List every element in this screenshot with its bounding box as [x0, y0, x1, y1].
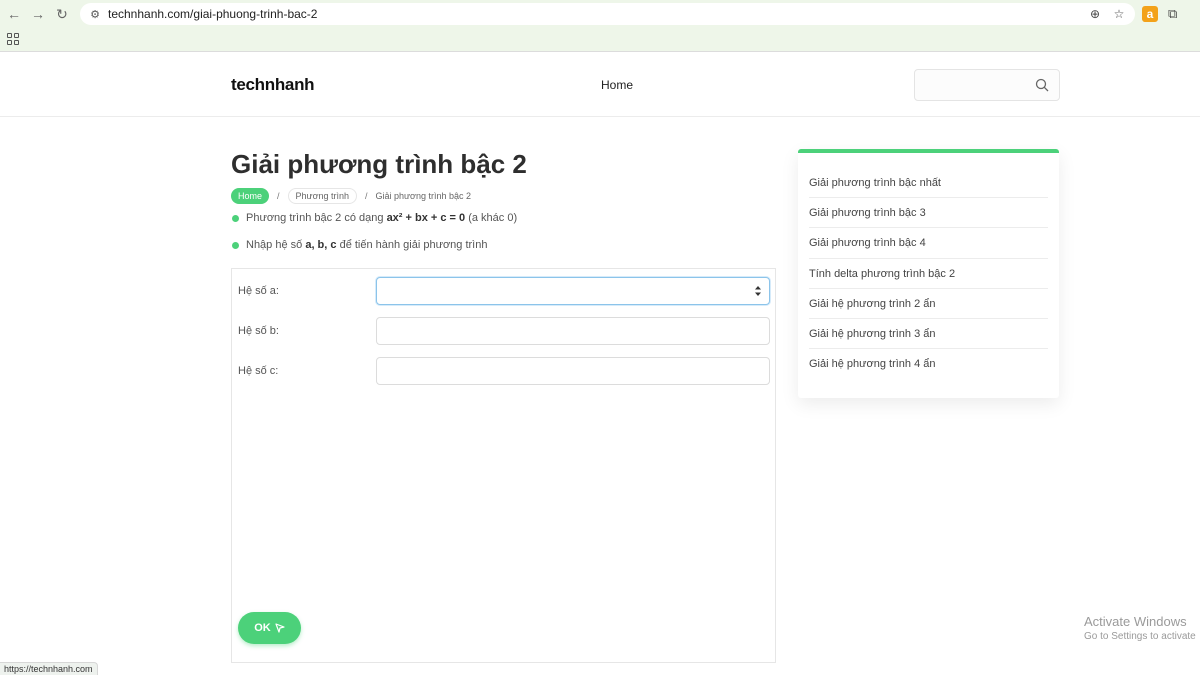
- bookmarks-bar: [0, 28, 1200, 52]
- instruction-text: Phương trình bậc 2 có dạng: [246, 212, 387, 224]
- form-row-b: Hệ số b:: [238, 317, 770, 347]
- watermark-subtitle: Go to Settings to activate: [1084, 631, 1196, 642]
- search-input[interactable]: [914, 69, 1060, 101]
- bullet-dot-icon: [232, 242, 239, 249]
- breadcrumb-separator: /: [277, 190, 280, 201]
- breadcrumb-separator: /: [365, 190, 368, 201]
- address-bar[interactable]: ⚙ technhanh.com/giai-phuong-trinh-bac-2 …: [80, 3, 1135, 25]
- ok-button[interactable]: OK: [238, 612, 301, 644]
- instruction-item: Nhập hệ số a, b, c để tiến hành giải phư…: [231, 237, 517, 254]
- search-icon[interactable]: [1035, 78, 1049, 92]
- sidebar-item-bac-4[interactable]: Giải phương trình bậc 4: [809, 228, 1048, 259]
- instruction-item: Phương trình bậc 2 có dạng ax² + bx + c …: [231, 210, 517, 227]
- form-row-a: Hệ số a:: [238, 277, 770, 307]
- site-settings-icon[interactable]: ⚙: [84, 3, 106, 25]
- browser-toolbar: ← → ↻ ⚙ technhanh.com/giai-phuong-trinh-…: [0, 0, 1200, 28]
- number-spinner-icon[interactable]: [754, 285, 762, 297]
- page-title: Giải phương trình bậc 2: [231, 149, 527, 179]
- instructions-list: Phương trình bậc 2 có dạng ax² + bx + c …: [231, 210, 517, 264]
- amazon-extension-icon[interactable]: a: [1142, 6, 1158, 22]
- nav-home-link[interactable]: Home: [601, 78, 633, 92]
- instruction-text: Nhập hệ số: [246, 239, 306, 251]
- formula-text: ax² + bx + c = 0: [386, 212, 466, 224]
- breadcrumb-category[interactable]: Phương trình: [287, 187, 357, 204]
- instruction-text: (a khác 0): [465, 212, 518, 224]
- sidebar-item-bac-3[interactable]: Giải phương trình bậc 3: [809, 198, 1048, 229]
- form-row-c: Hệ số c:: [238, 357, 770, 387]
- coefficients-text: a, b, c: [305, 239, 337, 251]
- zoom-icon[interactable]: ⊕: [1087, 7, 1103, 21]
- sidebar-item-he-2-an[interactable]: Giải hệ phương trình 2 ẩn: [809, 289, 1048, 319]
- coefficient-a-input[interactable]: [376, 277, 770, 305]
- bookmark-star-icon[interactable]: ☆: [1111, 7, 1127, 21]
- related-tools-sidebar: Giải phương trình bậc nhất Giải phương t…: [798, 149, 1059, 398]
- solver-form: Hệ số a: Hệ số b: Hệ số c: OK: [231, 268, 776, 663]
- instruction-text: để tiến hành giải phương trình: [336, 239, 488, 251]
- coefficient-b-input[interactable]: [376, 317, 770, 345]
- send-arrow-icon: [275, 623, 285, 633]
- coefficient-c-input[interactable]: [376, 357, 770, 385]
- label-coefficient-a: Hệ số a:: [238, 285, 279, 297]
- windows-activation-watermark: Activate Windows Go to Settings to activ…: [1084, 614, 1196, 642]
- apps-grid-icon[interactable]: [7, 33, 19, 45]
- url-text[interactable]: technhanh.com/giai-phuong-trinh-bac-2: [108, 7, 317, 21]
- label-coefficient-b: Hệ số b:: [238, 325, 279, 337]
- sidebar-item-delta[interactable]: Tính delta phương trình bậc 2: [809, 259, 1048, 289]
- ok-button-label: OK: [254, 622, 271, 634]
- breadcrumb: Home / Phương trình / Giải phương trình …: [231, 187, 471, 204]
- breadcrumb-home[interactable]: Home: [231, 187, 270, 204]
- sidebar-item-he-4-an[interactable]: Giải hệ phương trình 4 ẩn: [809, 349, 1048, 379]
- site-header: technhanh Home: [0, 53, 1200, 117]
- reload-icon[interactable]: ↻: [50, 2, 74, 26]
- breadcrumb-current: Giải phương trình bậc 2: [375, 190, 471, 201]
- link-status-bar: https://technhanh.com: [0, 662, 98, 675]
- label-coefficient-c: Hệ số c:: [238, 365, 279, 377]
- bullet-dot-icon: [232, 215, 239, 222]
- watermark-title: Activate Windows: [1084, 614, 1187, 629]
- back-arrow-icon[interactable]: ←: [2, 2, 26, 26]
- extensions-puzzle-icon[interactable]: ⧉: [1168, 6, 1177, 22]
- sidebar-item-he-3-an[interactable]: Giải hệ phương trình 3 ẩn: [809, 319, 1048, 350]
- sidebar-item-bac-nhat[interactable]: Giải phương trình bậc nhất: [809, 168, 1048, 199]
- forward-arrow-icon[interactable]: →: [26, 2, 50, 26]
- site-logo[interactable]: technhanh: [231, 75, 315, 95]
